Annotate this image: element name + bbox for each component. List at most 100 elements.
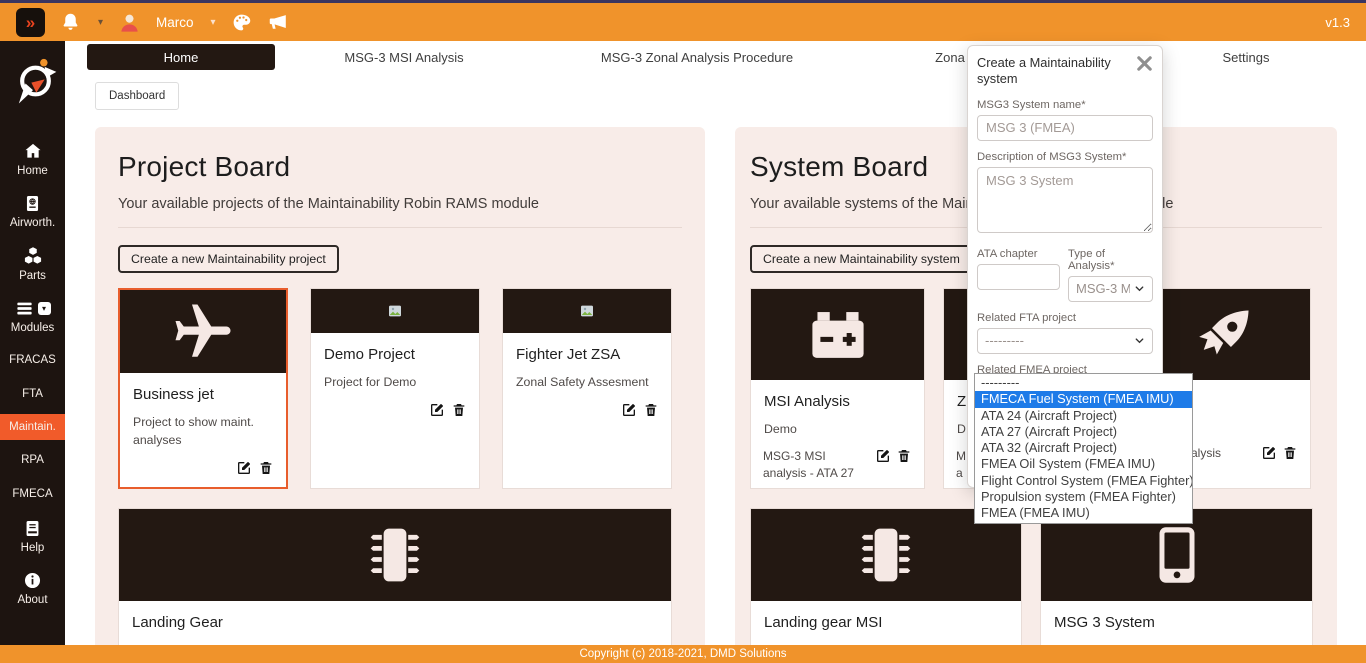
dropdown-option[interactable]: --------- xyxy=(975,375,1192,391)
delete-icon[interactable] xyxy=(258,460,274,476)
delete-icon[interactable] xyxy=(896,448,912,464)
sidebar-item-airworthiness[interactable]: Airworth. xyxy=(0,189,65,234)
project-board-panel: Project Board Your available projects of… xyxy=(95,127,705,645)
sidebar-item-label: RPA xyxy=(21,454,44,466)
sidebar-item-fracas[interactable]: FRACAS xyxy=(0,346,65,374)
copyright-text: Copyright (c) 2018-2021, DMD Solutions xyxy=(579,648,786,660)
tab-settings[interactable]: Settings xyxy=(1223,50,1270,65)
passport-icon xyxy=(23,194,42,213)
edit-icon[interactable] xyxy=(236,460,252,476)
tab-msg3-zonal-analysis-procedure[interactable]: MSG-3 Zonal Analysis Procedure xyxy=(601,50,793,65)
battery-icon xyxy=(806,303,870,367)
system-description-textarea[interactable]: MSG 3 System xyxy=(977,167,1153,233)
modules-collapse-caret-icon[interactable]: ▾ xyxy=(38,302,51,315)
edit-icon[interactable] xyxy=(621,402,637,418)
notifications-caret-icon[interactable]: ▾ xyxy=(98,17,103,28)
sidebar-toggle-button[interactable]: » xyxy=(16,8,45,37)
delete-icon[interactable] xyxy=(1282,445,1298,461)
dropdown-option[interactable]: Propulsion system (FMEA Fighter) xyxy=(975,489,1192,505)
notifications-bell-icon[interactable] xyxy=(60,12,81,33)
modal-title: Create a Maintainability system xyxy=(977,55,1153,87)
card-type-text: MSG-3 MSI analysis - ATA 27 xyxy=(763,448,861,482)
sidebar-item-label: Home xyxy=(17,165,48,177)
sidebar-item-rpa[interactable]: RPA xyxy=(0,446,65,474)
sidebar-item-modules[interactable]: ▾ Modules xyxy=(0,294,65,339)
ata-chapter-input[interactable] xyxy=(977,264,1060,290)
card-title: Fighter Jet ZSA xyxy=(516,346,658,364)
dropdown-option[interactable]: FMEA Oil System (FMEA IMU) xyxy=(975,456,1192,472)
tab-msg3-msi-analysis[interactable]: MSG-3 MSI Analysis xyxy=(344,50,463,65)
card-image xyxy=(120,290,286,373)
project-board-subtitle: Your available projects of the Maintaina… xyxy=(118,196,682,212)
plane-icon xyxy=(170,299,236,365)
card-title: MSI Analysis xyxy=(764,393,911,411)
user-menu-caret-icon[interactable]: ▾ xyxy=(211,17,216,28)
tab-zonal[interactable]: Zona xyxy=(935,50,965,65)
project-card-business-jet[interactable]: Business jet Project to show maint. anal… xyxy=(118,288,288,489)
top-accent-strip xyxy=(0,0,1366,3)
dropdown-option[interactable]: ATA 32 (Aircraft Project) xyxy=(975,440,1192,456)
system-card-msg3-system[interactable]: MSG 3 System This is an MSG3 System xyxy=(1040,508,1313,645)
card-title: MSG 3 System xyxy=(1054,614,1299,632)
user-avatar[interactable] xyxy=(118,11,141,34)
theme-palette-icon[interactable] xyxy=(231,12,252,33)
system-card-msi-analysis[interactable]: MSI Analysis Demo MSG-3 MSI analysis - A… xyxy=(750,288,925,489)
sidebar-item-home[interactable]: Home xyxy=(0,136,65,182)
edit-icon[interactable] xyxy=(875,448,891,464)
info-icon xyxy=(23,571,42,590)
dropdown-option[interactable]: Flight Control System (FMEA Fighter) xyxy=(975,473,1192,489)
sidebar-item-label: About xyxy=(17,594,47,606)
sidebar-item-about[interactable]: About xyxy=(0,566,65,611)
book-icon xyxy=(23,519,42,538)
dropdown-option-highlighted[interactable]: FMECA Fuel System (FMEA IMU) xyxy=(975,391,1192,407)
sidebar-item-parts[interactable]: Parts xyxy=(0,241,65,287)
sidebar-item-fmeca[interactable]: FMECA xyxy=(0,480,65,508)
dropdown-option[interactable]: FMEA (FMEA IMU) xyxy=(975,505,1192,521)
user-name[interactable]: Marco xyxy=(156,15,194,30)
create-system-button[interactable]: Create a new Maintainability system xyxy=(750,245,973,273)
delete-icon[interactable] xyxy=(451,402,467,418)
card-description: Project for Demo xyxy=(324,374,466,392)
related-fta-label: Related FTA project xyxy=(977,312,1153,324)
system-name-input[interactable] xyxy=(977,115,1153,141)
card-description: Zonal Safety Assesment xyxy=(516,374,658,392)
system-card-landing-gear-msi[interactable]: Landing gear MSI MSI xyxy=(750,508,1022,645)
dropdown-option[interactable]: ATA 27 (Aircraft Project) xyxy=(975,424,1192,440)
card-image xyxy=(311,289,479,333)
main-content: Home MSG-3 MSI Analysis MSG-3 Zonal Anal… xyxy=(65,41,1366,645)
project-card-fighter-jet-zsa[interactable]: Fighter Jet ZSA Zonal Safety Assesment xyxy=(502,288,672,489)
broken-image-icon xyxy=(579,303,595,319)
sidebar-item-fta[interactable]: FTA xyxy=(0,380,65,408)
project-card-landing-gear[interactable]: Landing Gear Landing Gear project xyxy=(118,508,672,645)
close-icon[interactable] xyxy=(1134,53,1155,79)
edit-icon[interactable] xyxy=(1261,445,1277,461)
sidebar-item-label: Parts xyxy=(19,270,46,282)
tab-label: Home xyxy=(164,50,199,65)
project-board-title: Project Board xyxy=(118,151,682,183)
card-title: Landing Gear xyxy=(132,614,658,632)
related-fta-select[interactable]: --------- xyxy=(977,328,1153,354)
card-image xyxy=(119,509,671,601)
sidebar-item-help[interactable]: Help xyxy=(0,514,65,559)
announcements-megaphone-icon[interactable] xyxy=(267,11,289,33)
dropdown-option[interactable]: ATA 24 (Aircraft Project) xyxy=(975,408,1192,424)
tab-home[interactable]: Home xyxy=(87,44,275,70)
selected-value: --------- xyxy=(985,333,1130,348)
sidebar-item-label: Airworth. xyxy=(10,217,55,229)
delete-icon[interactable] xyxy=(643,402,659,418)
analysis-type-select[interactable]: MSG-3 MSI xyxy=(1068,276,1153,302)
sidebar-item-label: Modules xyxy=(11,322,54,334)
fmea-project-dropdown-list: --------- FMECA Fuel System (FMEA IMU) A… xyxy=(974,373,1193,524)
sidebar-item-label: Help xyxy=(21,542,45,554)
microchip-icon xyxy=(850,519,922,591)
create-project-button[interactable]: Create a new Maintainability project xyxy=(118,245,339,273)
app-version: v1.3 xyxy=(1325,15,1350,30)
tab-dashboard[interactable]: Dashboard xyxy=(95,82,179,110)
microchip-icon xyxy=(359,519,431,591)
sidebar-item-label: FTA xyxy=(22,388,43,400)
sidebar-item-maintainability[interactable]: Maintain. xyxy=(0,414,65,440)
top-header-bar: » ▾ Marco ▾ v1.3 xyxy=(0,3,1366,41)
sidebar-item-label: FMECA xyxy=(12,488,52,500)
project-card-demo-project[interactable]: Demo Project Project for Demo xyxy=(310,288,480,489)
edit-icon[interactable] xyxy=(429,402,445,418)
